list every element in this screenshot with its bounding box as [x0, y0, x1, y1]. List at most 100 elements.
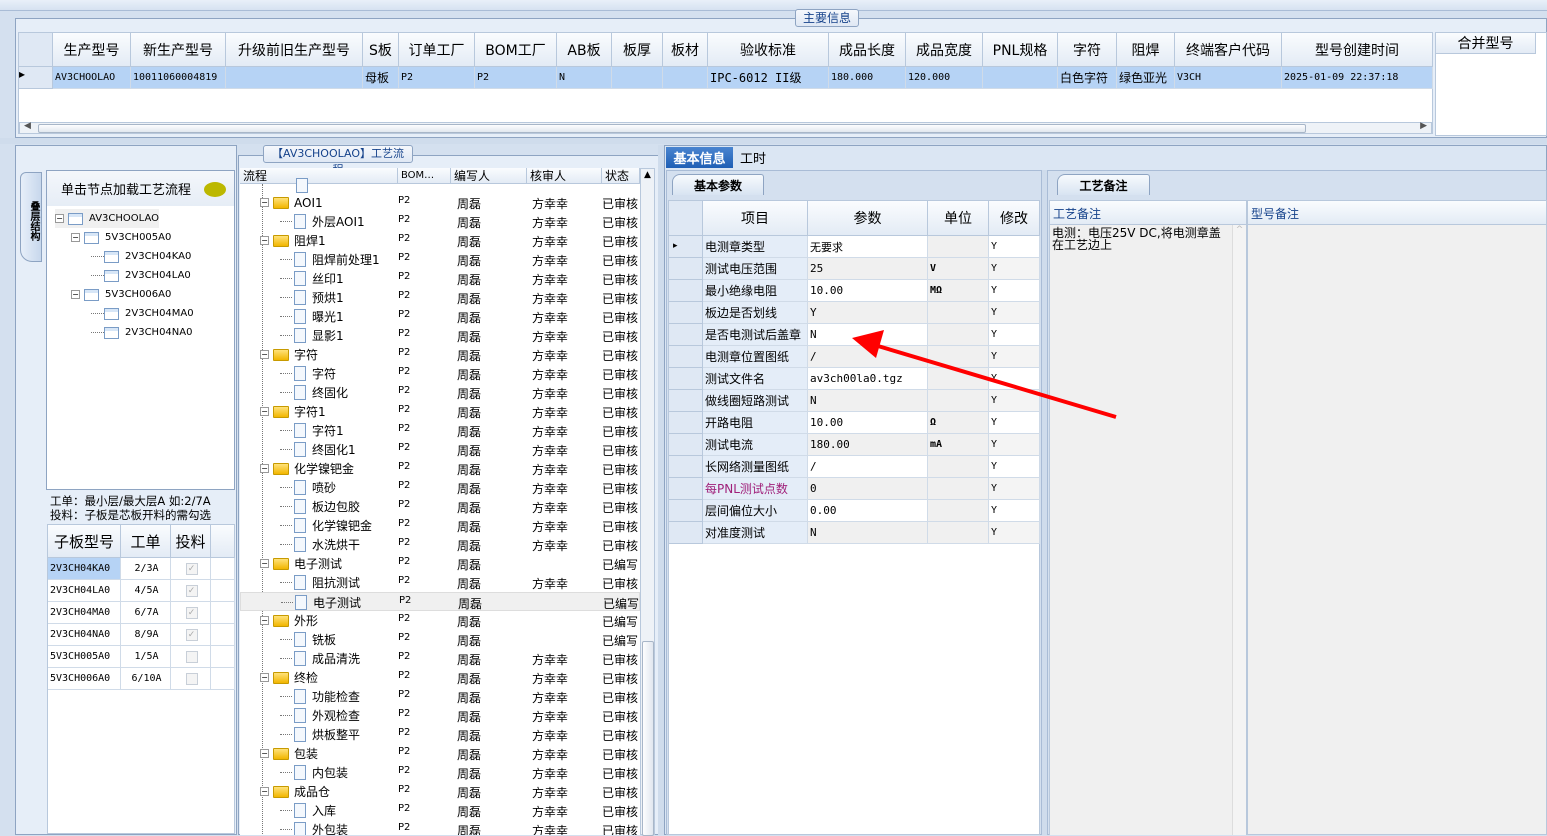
param-column-header[interactable]: 参数 [808, 201, 928, 236]
sub-column-header[interactable]: 投料 [171, 525, 211, 558]
process-node[interactable]: 预烘1 [280, 288, 344, 307]
tree-node[interactable]: 2V3CH04LA0 [91, 266, 191, 285]
row-selector[interactable] [669, 346, 703, 368]
collapse-icon[interactable]: − [71, 290, 80, 299]
grid-cell[interactable]: 10011060004819 [131, 67, 226, 89]
param-value[interactable]: N [808, 390, 928, 412]
process-node[interactable]: − 外形 [260, 611, 318, 630]
process-row[interactable]: 铣板 P2 周磊 已编写 [240, 630, 640, 649]
process-node[interactable]: 曝光1 [280, 307, 344, 326]
process-row[interactable]: 内包装 P2 周磊 方幸幸 已审核 [240, 763, 640, 782]
param-value[interactable]: N [808, 324, 928, 346]
grid-cell[interactable]: AV3CHOOLAO [53, 67, 131, 89]
process-row[interactable]: 板边包胶 P2 周磊 方幸幸 已审核 [240, 497, 640, 516]
horizontal-splitter[interactable] [0, 138, 1547, 144]
column-header[interactable]: 终端客户代码 [1175, 33, 1282, 67]
process-node[interactable]: 功能检查 [280, 687, 360, 706]
column-header[interactable]: 订单工厂 [399, 33, 475, 67]
grid-cell[interactable] [226, 67, 363, 89]
process-node[interactable]: 外层AOI1 [280, 212, 365, 231]
process-row[interactable]: 外层AOI1 P2 周磊 方幸幸 已审核 [240, 212, 640, 231]
process-node[interactable]: − 成品仓 [260, 782, 330, 801]
process-node[interactable]: 铣板 [280, 630, 336, 649]
collapse-icon[interactable]: − [71, 233, 80, 242]
process-node[interactable]: − 化学镍钯金 [260, 459, 354, 478]
process-node[interactable]: 成品清洗 [280, 649, 360, 668]
sub-model-cell[interactable]: 5V3CH006A0 [48, 668, 121, 690]
scroll-thumb[interactable] [642, 641, 654, 836]
feed-checkbox[interactable] [185, 672, 198, 685]
column-header[interactable]: 生产型号 [53, 33, 131, 67]
row-selector[interactable] [669, 324, 703, 346]
feed-checkbox[interactable]: ✓ [185, 562, 198, 575]
process-node[interactable]: 内包装 [280, 763, 348, 782]
tree-node[interactable]: 2V3CH04MA0 [91, 304, 194, 323]
sub-model-cell[interactable]: 2V3CH04LA0 [48, 580, 121, 602]
process-node[interactable]: 字符1 [280, 421, 344, 440]
row-selector[interactable] [669, 368, 703, 390]
process-node[interactable]: − 字符 [260, 345, 318, 364]
sub-order-cell[interactable]: 2/3A [121, 558, 171, 580]
collapse-icon[interactable]: − [260, 749, 269, 758]
grid-cell[interactable]: V3CH [1175, 67, 1282, 89]
process-node[interactable]: 终固化1 [280, 440, 356, 459]
process-node[interactable]: 烘板整平 [280, 725, 360, 744]
collapse-icon[interactable]: − [260, 198, 269, 207]
collapse-icon[interactable]: − [260, 616, 269, 625]
process-node[interactable]: 外观检查 [280, 706, 360, 725]
grid-cell[interactable]: N [557, 67, 612, 89]
process-row[interactable]: − 包装 P2 周磊 方幸幸 已审核 [240, 744, 640, 763]
process-row[interactable]: − 阻焊1 P2 周磊 方幸幸 已审核 [240, 231, 640, 250]
param-value[interactable]: / [808, 346, 928, 368]
column-header[interactable]: S板 [363, 33, 399, 67]
column-header[interactable]: 升级前旧生产型号 [226, 33, 363, 67]
process-node[interactable]: 电子测试 [281, 593, 361, 612]
column-header[interactable]: PNL规格 [983, 33, 1058, 67]
row-selector[interactable] [669, 390, 703, 412]
column-header[interactable]: 阻焊 [1117, 33, 1175, 67]
tab-work-hours[interactable]: 工时 [740, 147, 780, 168]
scroll-left-icon[interactable]: ◀ [24, 121, 31, 131]
param-value[interactable]: / [808, 456, 928, 478]
process-row[interactable]: 外包装 P2 周磊 方幸幸 已审核 [240, 820, 640, 835]
process-row[interactable]: − 电子测试 P2 周磊 已编写 [240, 554, 640, 573]
row-selector[interactable] [669, 500, 703, 522]
row-selector[interactable] [669, 302, 703, 324]
process-node[interactable]: 阻抗测试 [280, 573, 360, 592]
process-column-header[interactable]: 核审人 [527, 168, 602, 184]
tree-node[interactable]: 2V3CH04KA0 [91, 247, 191, 266]
process-row[interactable]: 功能检查 P2 周磊 方幸幸 已审核 [240, 687, 640, 706]
process-row[interactable]: 阻抗测试 P2 周磊 方幸幸 已审核 [240, 573, 640, 592]
grid-cell[interactable]: P2 [475, 67, 557, 89]
row-selector[interactable] [669, 280, 703, 302]
scroll-up-icon[interactable]: ▲ [644, 170, 651, 180]
process-node[interactable]: 终固化 [280, 383, 348, 402]
process-column-header[interactable]: 流程 [240, 168, 398, 184]
process-node[interactable]: 化学镍钯金 [280, 516, 372, 535]
param-column-header[interactable]: 单位 [928, 201, 989, 236]
collapse-icon[interactable]: − [260, 787, 269, 796]
process-node[interactable]: − 终检 [260, 668, 318, 687]
process-column-header[interactable]: 状态 [602, 168, 640, 184]
process-row[interactable]: 预烘1 P2 周磊 方幸幸 已审核 [240, 288, 640, 307]
process-row[interactable]: 喷砂 P2 周磊 方幸幸 已审核 [240, 478, 640, 497]
process-row[interactable]: − 外形 P2 周磊 已编写 [240, 611, 640, 630]
tree-node[interactable]: − 5V3CH005A0 [71, 228, 171, 247]
column-header[interactable]: 成品长度 [829, 33, 906, 67]
process-vscrollbar[interactable]: ▲ [640, 168, 655, 836]
sub-column-header[interactable]: 子板型号 [48, 525, 121, 558]
row-selector[interactable] [669, 412, 703, 434]
process-row[interactable]: 显影1 P2 周磊 方幸幸 已审核 [240, 326, 640, 345]
process-row[interactable]: 入库 P2 周磊 方幸幸 已审核 [240, 801, 640, 820]
process-row[interactable]: 曝光1 P2 周磊 方幸幸 已审核 [240, 307, 640, 326]
sub-order-cell[interactable]: 6/7A [121, 602, 171, 624]
tree-node[interactable]: 2V3CH04NA0 [91, 323, 192, 342]
collapse-icon[interactable]: − [260, 464, 269, 473]
column-header[interactable]: AB板 [557, 33, 612, 67]
row-selector[interactable] [669, 434, 703, 456]
sub-model-cell[interactable]: 2V3CH04KA0 [48, 558, 121, 580]
process-node[interactable]: 水洗烘干 [280, 535, 360, 554]
column-header[interactable]: BOM工厂 [475, 33, 557, 67]
process-row[interactable]: 成品清洗 P2 周磊 方幸幸 已审核 [240, 649, 640, 668]
row-selector[interactable] [669, 258, 703, 280]
